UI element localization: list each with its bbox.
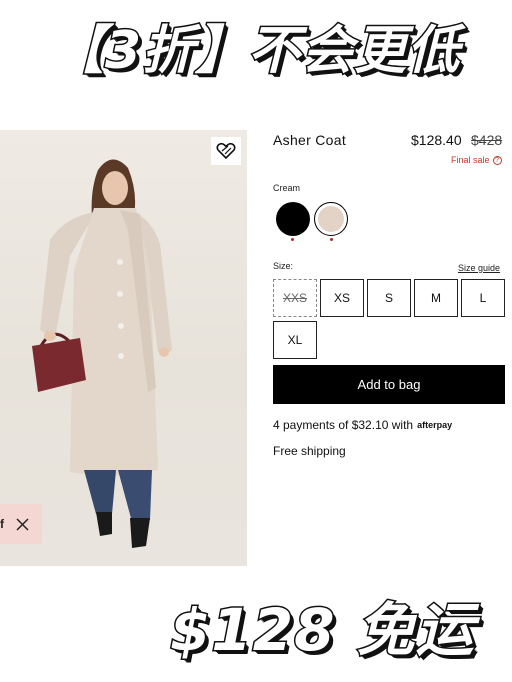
product-image xyxy=(0,130,247,566)
swatch-black-dot xyxy=(291,238,294,241)
installment-info: 4 payments of $32.10 with afterpay xyxy=(273,418,452,432)
size-option-xxs[interactable]: XXS xyxy=(273,279,317,317)
product-title: Asher Coat xyxy=(273,132,347,148)
wishlist-button[interactable] xyxy=(211,137,241,165)
shipping-info: Free shipping xyxy=(273,444,346,458)
size-label: Size: xyxy=(273,261,294,271)
close-icon xyxy=(16,517,29,531)
size-option-m[interactable]: M xyxy=(414,279,458,317)
final-sale-label: Final sale xyxy=(451,155,490,165)
promo-tab[interactable]: f xyxy=(0,504,42,544)
size-option-l[interactable]: L xyxy=(461,279,505,317)
swatch-cream[interactable] xyxy=(314,202,348,236)
size-option-xs[interactable]: XS xyxy=(320,279,364,317)
add-to-bag-button[interactable]: Add to bag xyxy=(273,365,505,404)
size-option-xl[interactable]: XL xyxy=(273,321,317,359)
installment-text: 4 payments of $32.10 with xyxy=(273,418,414,432)
size-guide-link[interactable]: Size guide xyxy=(458,263,500,273)
heart-icon xyxy=(216,142,236,160)
promo-banner-bottom: $128 免运 xyxy=(169,595,476,666)
swatch-cream-dot xyxy=(330,238,333,241)
original-price: $428 xyxy=(471,132,503,148)
afterpay-logo[interactable]: afterpay xyxy=(417,420,452,430)
promo-close-button[interactable] xyxy=(16,517,29,531)
question-icon[interactable]: ? xyxy=(492,155,502,165)
promo-letter: f xyxy=(0,517,4,531)
swatch-black[interactable] xyxy=(276,202,310,236)
final-sale-note[interactable]: Final sale ? xyxy=(451,155,502,165)
size-option-s[interactable]: S xyxy=(367,279,411,317)
promo-banner-top: 【3折】不会更低 xyxy=(50,20,461,83)
color-label: Cream xyxy=(273,183,301,193)
sale-price: $128.40 xyxy=(411,132,462,148)
